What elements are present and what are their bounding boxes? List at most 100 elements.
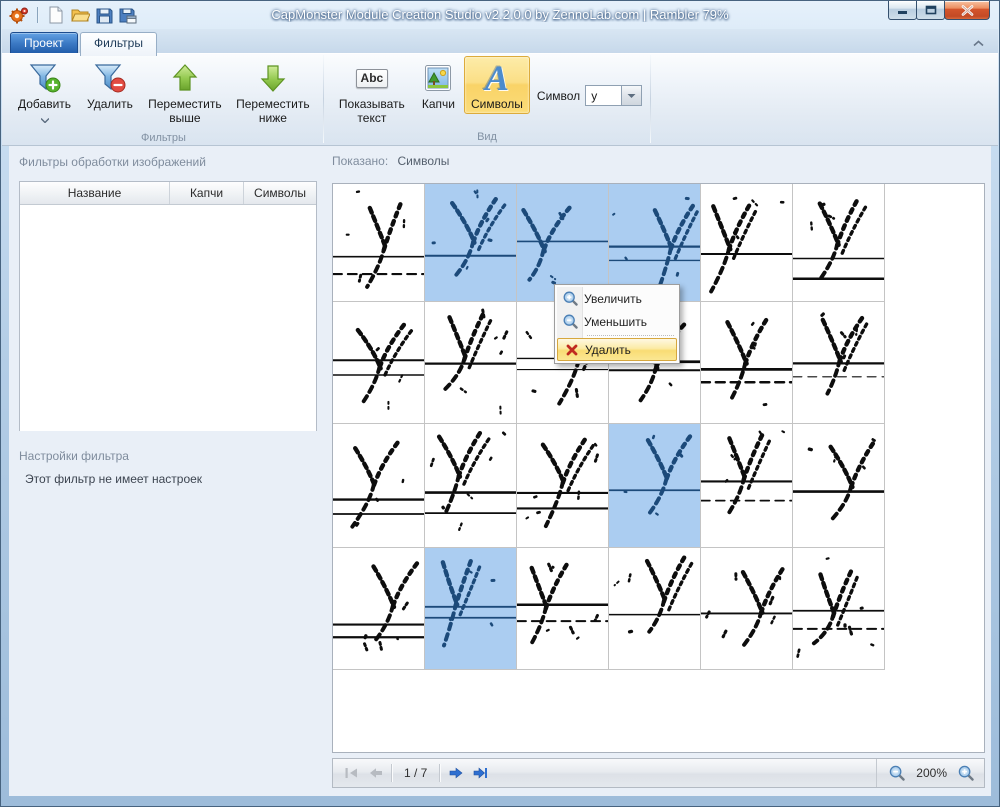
captcha-cell[interactable] <box>425 184 517 302</box>
filters-table-header: Название Капчи Символы <box>20 182 316 205</box>
symbols-grid <box>332 183 985 753</box>
menu-item-label: Уменьшить <box>584 315 647 329</box>
open-folder-icon[interactable] <box>68 4 92 26</box>
filter-add-icon <box>28 60 62 96</box>
captcha-cell[interactable] <box>793 548 885 670</box>
captcha-cell[interactable] <box>701 302 793 424</box>
delete-icon <box>558 344 585 356</box>
app-logo-icon <box>7 4 31 26</box>
zoom-in-button[interactable] <box>954 762 978 784</box>
context-menu: Увеличить Уменьшить <box>554 284 680 364</box>
captcha-cell[interactable] <box>333 302 425 424</box>
shown-value: Символы <box>398 154 450 168</box>
zoom-out-button[interactable] <box>885 762 909 784</box>
symbols-button[interactable]: A Символы <box>464 56 530 114</box>
grid-row <box>333 424 984 548</box>
grid-toolbar: 1 / 7 200% <box>332 758 985 788</box>
toolbar-separator <box>391 764 392 782</box>
new-file-icon[interactable] <box>44 4 68 26</box>
ribbon-separator <box>650 55 651 143</box>
show-text-label: Показывать текст <box>338 97 406 125</box>
captcha-cell[interactable] <box>517 424 609 548</box>
menu-item-zoom-in[interactable]: Увеличить <box>557 287 677 310</box>
save-icon[interactable] <box>92 4 116 26</box>
captcha-cell[interactable] <box>425 424 517 548</box>
filters-table-body <box>20 205 316 431</box>
settings-panel-header: Настройки фильтра <box>19 449 129 463</box>
page-indicator: 1 / 7 <box>396 766 435 780</box>
column-header-name[interactable]: Название <box>20 182 170 204</box>
menu-separator <box>587 335 674 336</box>
titlebar: CapMonster Module Creation Studio v2.2.0… <box>1 1 999 29</box>
arrow-down-icon <box>260 60 286 96</box>
captcha-cell[interactable] <box>609 548 701 670</box>
captcha-cell[interactable] <box>425 548 517 670</box>
next-page-button[interactable] <box>444 762 468 784</box>
shown-row: Показано: Символы <box>332 154 449 168</box>
maximize-button[interactable] <box>916 1 945 20</box>
tab-filters[interactable]: Фильтры <box>80 32 157 56</box>
zoom-level: 200% <box>909 766 954 780</box>
close-button[interactable] <box>944 1 990 20</box>
remove-filter-label: Удалить <box>87 97 133 111</box>
prev-page-button[interactable] <box>363 762 387 784</box>
captcha-cell[interactable] <box>333 184 425 302</box>
captcha-cell[interactable] <box>701 184 793 302</box>
ribbon-group-filters: Добавить Удалить <box>6 53 321 145</box>
captcha-cell[interactable] <box>793 424 885 548</box>
chevron-down-icon <box>41 112 49 126</box>
main-area: Фильтры обработки изображений Название К… <box>9 146 991 796</box>
zoom-controls: 200% <box>876 759 978 787</box>
zoom-in-icon <box>557 291 584 306</box>
remove-filter-button[interactable]: Удалить <box>80 56 140 114</box>
show-text-button[interactable]: Abc Показывать текст <box>331 56 413 128</box>
minimize-button[interactable] <box>888 1 917 20</box>
settings-empty-text: Этот фильтр не имеет настроек <box>25 472 202 486</box>
grid-row <box>333 548 984 670</box>
column-header-symbols[interactable]: Символы <box>244 182 316 204</box>
group-label-view: Вид <box>330 129 644 147</box>
captcha-cell[interactable] <box>701 424 793 548</box>
move-down-button[interactable]: Переместить ниже <box>230 56 316 128</box>
symbols-label: Символы <box>471 97 523 111</box>
ribbon-separator <box>323 55 324 143</box>
collapse-ribbon-button[interactable] <box>970 37 986 50</box>
add-filter-button[interactable]: Добавить <box>11 56 78 129</box>
save-as-icon[interactable] <box>116 4 140 26</box>
captcha-cell[interactable] <box>793 184 885 302</box>
tab-project[interactable]: Проект <box>10 32 78 55</box>
captcha-cell[interactable] <box>701 548 793 670</box>
ribbon-group-view: Abc Показывать текст <box>326 53 648 145</box>
titlebar-separator <box>37 7 38 23</box>
filters-table: Название Капчи Символы <box>19 181 317 431</box>
app-window: CapMonster Module Creation Studio v2.2.0… <box>0 0 1000 807</box>
symbol-combo-dropdown-button[interactable] <box>621 85 642 106</box>
filters-panel-header: Фильтры обработки изображений <box>19 155 206 169</box>
menu-item-label: Удалить <box>585 343 631 357</box>
captcha-cell[interactable] <box>517 548 609 670</box>
captcha-cell[interactable] <box>793 302 885 424</box>
first-page-button[interactable] <box>339 762 363 784</box>
toolbar-separator <box>439 764 440 782</box>
captcha-cell[interactable] <box>333 548 425 670</box>
menu-item-delete[interactable]: Удалить <box>557 338 677 361</box>
tab-strip: Проект Фильтры <box>2 29 998 54</box>
zoom-out-icon <box>557 314 584 329</box>
captcha-cell[interactable] <box>425 302 517 424</box>
symbol-combo-label: Символ <box>537 89 580 103</box>
arrow-up-icon <box>172 60 198 96</box>
move-up-label: Переместить выше <box>148 97 222 125</box>
ribbon: Добавить Удалить <box>2 53 998 146</box>
shown-label: Показано: <box>332 154 388 168</box>
add-filter-label: Добавить <box>18 97 71 111</box>
captcha-cell[interactable] <box>333 424 425 548</box>
captcha-cell[interactable] <box>609 424 701 548</box>
window-title: CapMonster Module Creation Studio v2.2.0… <box>161 7 839 22</box>
move-up-button[interactable]: Переместить выше <box>142 56 228 128</box>
menu-item-zoom-out[interactable]: Уменьшить <box>557 310 677 333</box>
abc-icon: Abc <box>356 60 388 96</box>
column-header-captchas[interactable]: Капчи <box>170 182 244 204</box>
captchas-button[interactable]: Капчи <box>415 56 462 114</box>
last-page-button[interactable] <box>468 762 492 784</box>
symbol-combo-value[interactable]: y <box>585 85 621 106</box>
